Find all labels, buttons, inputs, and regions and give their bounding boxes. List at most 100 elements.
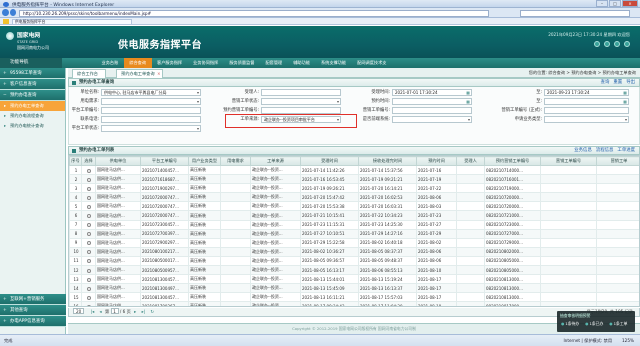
row-select-radio[interactable] [81, 265, 96, 276]
menu-item[interactable]: 服务质量监督 [224, 58, 260, 68]
column-header[interactable]: 预约时间 [416, 156, 457, 166]
front-system-select[interactable] [392, 116, 472, 123]
menu-item[interactable]: 业务协同指挥 [188, 58, 224, 68]
zoom-level[interactable]: 125% [622, 335, 634, 346]
marketing-no-formal-input[interactable] [544, 107, 629, 114]
widget-item-done[interactable]: 1条已办 [585, 321, 603, 327]
radio-icon[interactable] [87, 295, 91, 300]
menu-item[interactable]: 系统支撑功能 [315, 58, 351, 68]
table-row[interactable]: 5 国网驻马店供... 2021072000747... 高压新装 政企联办--投资..… [69, 201, 639, 212]
row-select-radio[interactable] [81, 292, 96, 303]
widget-item-order[interactable]: 1条工单 [609, 321, 628, 327]
close-icon[interactable]: × [622, 0, 638, 7]
table-row[interactable]: 6 国网驻马店供... 2021072000747... 高压新装 政企联办--投资..… [69, 210, 639, 221]
radio-icon[interactable] [87, 232, 91, 237]
platform-status-select[interactable] [101, 125, 201, 132]
reset-button[interactable]: 重置 [613, 79, 622, 87]
column-header[interactable]: 受理人 [456, 156, 485, 166]
menu-item[interactable]: 业务台账 [96, 58, 124, 68]
menu-item[interactable]: 辅助功能 [288, 58, 316, 68]
progress-button[interactable]: 工单进度 [617, 147, 635, 155]
table-row[interactable]: 3 国网驻马店供... 2021071900297... 高压新装 政企联办--投资..… [69, 183, 639, 194]
table-row[interactable]: 12 国网驻马店供... 2021080500957... 高压新装 政企联办--投资.… [69, 265, 639, 276]
accept-time-from-input[interactable]: 2021-07-01 17:30:24 [392, 89, 472, 96]
flow-info-button[interactable]: 流程信息 [596, 147, 614, 155]
row-select-radio[interactable] [81, 201, 96, 212]
menu-item[interactable]: 综合查询 [123, 58, 152, 68]
float-widget[interactable]: 抽查审核明细预警 1条待办 1条已办 1条工单 [557, 311, 635, 332]
column-header[interactable]: 营销工单编号 [540, 156, 597, 166]
column-header[interactable]: 受理时间 [300, 156, 359, 166]
column-header[interactable]: 平台工单编号 [140, 156, 189, 166]
widget-item-todo[interactable]: 1条待办 [561, 321, 579, 327]
row-select-radio[interactable] [81, 255, 96, 267]
radio-icon[interactable] [87, 223, 91, 228]
row-select-radio[interactable] [81, 174, 96, 185]
column-header[interactable]: 营销工单 [596, 156, 639, 166]
table-row[interactable]: 15 国网驻马店供... 2021081300457... 高压新装 政企联办--投资.… [69, 292, 639, 303]
radio-icon[interactable] [87, 268, 91, 273]
favorites-star-icon[interactable] [3, 19, 9, 24]
first-page-icon[interactable]: |◂ [91, 308, 95, 316]
page-size-select[interactable]: 20 [73, 308, 85, 314]
sidebar-group[interactable]: 其他查询 [0, 305, 66, 316]
last-page-icon[interactable]: ▸| [142, 308, 146, 316]
refresh-icon[interactable]: ↻ [150, 308, 154, 316]
message-icon[interactable] [604, 41, 610, 47]
sidebar-group[interactable]: 预约办电查询 [0, 90, 65, 101]
radio-icon[interactable] [87, 259, 91, 264]
column-header[interactable]: 工单来源 [250, 156, 301, 166]
contact-input[interactable] [101, 116, 201, 123]
address-input[interactable]: http://10.230.26.209/pssc/skins/toolbarm… [19, 9, 489, 17]
radio-icon[interactable] [87, 195, 91, 200]
appoint-time-to-input[interactable] [544, 98, 629, 105]
radio-icon[interactable] [87, 304, 91, 306]
sidebar-item[interactable]: 预约办电统计查询 [0, 121, 65, 131]
marketing-no-input[interactable] [392, 107, 472, 114]
export-button[interactable]: 导出 [626, 79, 635, 87]
unit-select[interactable]: 供电中心, 驻马店市平舆县电厂分局 [101, 89, 201, 96]
tab-appointment-query[interactable]: 预约办电工单查询 × [116, 69, 163, 78]
row-select-radio[interactable] [81, 237, 96, 248]
table-row[interactable]: 4 国网驻马店供... 2021072000747... 高压新装 政企联办--投资..… [69, 192, 639, 203]
accept-time-to-input[interactable]: 2021-09-23 17:30:24 [544, 89, 629, 96]
column-header[interactable]: 用户业务类型 [188, 156, 221, 166]
column-header[interactable]: 选择 [81, 156, 96, 166]
table-row[interactable]: 13 国网驻马店供... 2021081300457... 高压新装 政企联办--投资.… [69, 274, 639, 285]
row-select-radio[interactable] [81, 164, 96, 176]
row-select-radio[interactable] [81, 210, 96, 221]
appoint-time-from-input[interactable] [392, 98, 472, 105]
platform-no-input[interactable] [101, 107, 201, 114]
table-row[interactable]: 2 国网驻马店供... 2021071618687... 高压新装 政企联办--投资..… [69, 174, 639, 185]
forward-icon[interactable] [9, 9, 16, 16]
biz-info-button[interactable]: 业务信息 [574, 147, 592, 155]
row-select-radio[interactable] [81, 301, 96, 306]
column-header[interactable]: 供电单位 [95, 156, 141, 166]
menu-item[interactable]: 客户服务指挥 [152, 58, 188, 68]
query-button[interactable]: 查询 [601, 79, 610, 87]
column-header[interactable]: 接收处理完时间 [358, 156, 417, 166]
settings-icon[interactable] [614, 41, 620, 47]
sidebar-item[interactable]: 预约办电流程查询 [0, 111, 65, 121]
function-nav-button[interactable]: 功能导航 [0, 58, 62, 68]
applicant-input[interactable] [261, 89, 341, 96]
logout-icon[interactable] [624, 41, 630, 47]
back-icon[interactable] [2, 9, 9, 16]
radio-icon[interactable] [87, 241, 91, 246]
elec-category-select[interactable] [101, 98, 201, 105]
column-header[interactable]: 用电需求 [220, 156, 251, 166]
row-select-radio[interactable] [81, 228, 96, 239]
row-select-radio[interactable] [81, 192, 96, 203]
sidebar-group[interactable]: 95598工单查询 [0, 68, 65, 79]
sidebar-item[interactable]: 预约办电工单查询 [0, 101, 65, 111]
page-input[interactable]: 1 [110, 308, 119, 314]
table-row[interactable]: 14 国网驻马店供... 2021081300497... 高压新装 政企联办--投资.… [69, 283, 639, 294]
table-row[interactable]: 16 国网驻马店供... 2021081700267... 高压新装 政企联办--投资.… [69, 301, 639, 306]
row-select-radio[interactable] [81, 246, 96, 257]
sidebar-group[interactable]: 互联网+营销服务 [0, 294, 66, 305]
row-select-radio[interactable] [81, 219, 96, 230]
row-select-radio[interactable] [81, 283, 96, 294]
biz-status-select[interactable] [261, 98, 341, 105]
minimize-icon[interactable]: – [596, 0, 608, 7]
menu-item[interactable]: 配套管理 [260, 58, 288, 68]
